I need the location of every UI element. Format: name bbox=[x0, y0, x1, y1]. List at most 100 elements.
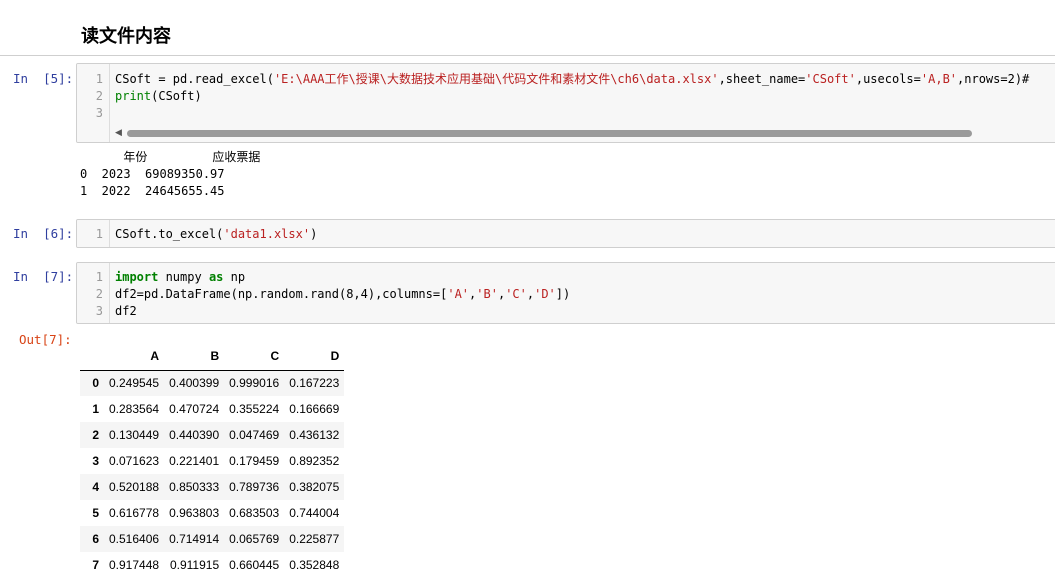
row-index: 2 bbox=[92, 428, 99, 442]
table-cell: 0.249545 bbox=[109, 376, 160, 391]
line-number: 1 bbox=[95, 227, 103, 241]
code-token: np bbox=[223, 270, 246, 284]
code-line[interactable]: df2 bbox=[115, 303, 570, 320]
cell-1-code[interactable]: CSoft = pd.read_excel('E:\AAA工作\授课\大数据技术… bbox=[115, 71, 1029, 122]
row-index: 7 bbox=[92, 558, 99, 572]
code-token: ,usecols= bbox=[855, 72, 921, 86]
code-line[interactable]: print(CSoft) bbox=[115, 88, 1029, 105]
line-number: 2 bbox=[95, 287, 103, 301]
table-cell: 0.789736 bbox=[229, 480, 280, 494]
table-cell: 0.166669 bbox=[289, 402, 340, 416]
string-token: 'E:\AAA工作\授课\大数据技术应用基础\代码文件和素材文件\ch6\dat… bbox=[273, 72, 719, 86]
table-cell: 0.744004 bbox=[289, 506, 340, 520]
table-cell: 0.047469 bbox=[229, 428, 280, 442]
table-row: 3 0.071623 0.221401 0.179459 0.892352 bbox=[80, 448, 344, 474]
cell-3-line-gutter: 1 2 3 bbox=[77, 263, 110, 323]
dataframe-output-table: A B C D 0 0.249545 0.400399 0.999016 0.16722… bbox=[80, 343, 345, 578]
row-index: 6 bbox=[92, 532, 99, 546]
cell-1-horizontal-scrollbar[interactable]: ◀ bbox=[115, 127, 1055, 139]
index-header bbox=[80, 343, 104, 371]
code-line[interactable]: CSoft = pd.read_excel('E:\AAA工作\授课\大数据技术… bbox=[115, 71, 1029, 88]
table-cell: 0.352848 bbox=[289, 558, 340, 572]
row-index: 0 bbox=[92, 376, 99, 391]
table-cell: 0.892352 bbox=[289, 454, 340, 468]
table-row: 0 0.249545 0.400399 0.999016 0.167223 bbox=[80, 370, 345, 396]
table-cell: 0.065769 bbox=[229, 532, 280, 546]
table-cell: 0.714914 bbox=[169, 532, 220, 546]
line-number: 3 bbox=[95, 106, 103, 120]
cell-3-code[interactable]: import numpy as np df2=pd.DataFrame(np.ra… bbox=[115, 269, 570, 320]
cell-1-in-prompt: In [5]: bbox=[13, 71, 74, 86]
string-token: 'CSoft' bbox=[805, 72, 856, 86]
table-cell: 0.225877 bbox=[289, 532, 340, 546]
table-row: 5 0.616778 0.963803 0.683503 0.744004 bbox=[80, 500, 344, 526]
heading-divider bbox=[0, 55, 1055, 56]
code-token: numpy bbox=[158, 270, 209, 284]
cell-3-out-prompt: Out[7]: bbox=[19, 332, 72, 347]
code-line[interactable]: df2=pd.DataFrame(np.random.rand(8,4),col… bbox=[115, 286, 570, 303]
code-line[interactable]: import numpy as np bbox=[115, 269, 570, 286]
table-row: 2 0.130449 0.440390 0.047469 0.436132 bbox=[80, 422, 345, 448]
code-token: ,nrows=2)# bbox=[957, 72, 1030, 86]
keyword-token: import bbox=[115, 270, 159, 284]
string-token: 'B' bbox=[476, 287, 498, 301]
cell-1-line-gutter: 1 2 3 bbox=[77, 64, 110, 142]
string-token: 'data1.xlsx' bbox=[223, 227, 311, 241]
table-cell: 0.179459 bbox=[229, 454, 280, 468]
cell-1-output: 年份 应收票据 0 2023 69089350.97 1 2022 24645655… bbox=[80, 149, 260, 200]
line-number: 2 bbox=[95, 89, 103, 103]
table-row: 4 0.520188 0.850333 0.789736 0.382075 bbox=[80, 474, 345, 500]
table-cell: 0.999016 bbox=[229, 376, 280, 391]
string-token: 'A' bbox=[447, 287, 470, 301]
code-token: ]) bbox=[555, 287, 571, 301]
scroll-left-arrow-icon[interactable]: ◀ bbox=[115, 127, 122, 139]
code-token: df2 bbox=[115, 304, 137, 318]
table-cell: 0.283564 bbox=[109, 402, 160, 416]
cell-1-code-editor[interactable]: 1 2 3 CSoft = pd.read_excel('E:\AAA工作\授课… bbox=[76, 63, 1055, 143]
code-token: ,sheet_name= bbox=[718, 72, 806, 86]
table-cell: 0.400399 bbox=[169, 376, 220, 391]
string-token: 'D' bbox=[534, 287, 556, 301]
column-header: B bbox=[164, 343, 225, 371]
row-index: 5 bbox=[92, 506, 99, 520]
cell-3-code-editor[interactable]: 1 2 3 import numpy as np df2=pd.DataFrame… bbox=[76, 262, 1055, 324]
line-number: 1 bbox=[95, 72, 103, 86]
cell-2-code[interactable]: CSoft.to_excel('data1.xlsx') bbox=[115, 226, 317, 243]
row-index: 3 bbox=[92, 454, 99, 468]
cell-2-code-editor[interactable]: 1 CSoft.to_excel('data1.xlsx') bbox=[76, 219, 1055, 248]
scrollbar-thumb[interactable] bbox=[127, 130, 972, 137]
output-line: 年份 应收票据 bbox=[80, 150, 261, 164]
table-header-row: A B C D bbox=[80, 343, 345, 371]
cell-2-line-gutter: 1 bbox=[77, 220, 110, 247]
section-heading: 读文件内容 bbox=[81, 26, 171, 47]
table-cell: 0.917448 bbox=[109, 558, 160, 572]
table-cell: 0.616778 bbox=[109, 506, 160, 520]
table-row: 6 0.516406 0.714914 0.065769 0.225877 bbox=[80, 526, 345, 552]
column-header: A bbox=[104, 343, 165, 371]
code-token: CSoft = pd.read_excel( bbox=[115, 72, 274, 86]
table-cell: 0.520188 bbox=[109, 480, 160, 494]
table-cell: 0.470724 bbox=[169, 402, 220, 416]
cell-2-in-prompt: In [6]: bbox=[13, 226, 74, 241]
line-number: 1 bbox=[95, 270, 103, 284]
table-cell: 0.130449 bbox=[109, 428, 160, 442]
table-cell: 0.071623 bbox=[109, 454, 160, 468]
column-header: C bbox=[224, 343, 285, 371]
table-cell: 0.436132 bbox=[289, 428, 340, 442]
table-cell: 0.850333 bbox=[169, 480, 220, 494]
code-token: CSoft.to_excel( bbox=[115, 227, 224, 241]
row-index: 4 bbox=[92, 480, 99, 494]
output-line: 1 2022 24645655.45 bbox=[80, 184, 225, 198]
code-line[interactable] bbox=[115, 105, 1029, 122]
row-index: 1 bbox=[92, 402, 99, 416]
table-cell: 0.660445 bbox=[229, 558, 280, 572]
code-line[interactable]: CSoft.to_excel('data1.xlsx') bbox=[115, 226, 317, 243]
string-token: 'A,B' bbox=[920, 72, 958, 86]
table-row: 7 0.917448 0.911915 0.660445 0.352848 bbox=[80, 552, 344, 578]
keyword-token: as bbox=[208, 270, 224, 284]
output-line: 0 2023 69089350.97 bbox=[80, 167, 225, 181]
table-cell: 0.382075 bbox=[289, 480, 340, 494]
cell-3-in-prompt: In [7]: bbox=[13, 269, 74, 284]
builtin-token: print bbox=[115, 89, 152, 103]
table-cell: 0.221401 bbox=[169, 454, 220, 468]
